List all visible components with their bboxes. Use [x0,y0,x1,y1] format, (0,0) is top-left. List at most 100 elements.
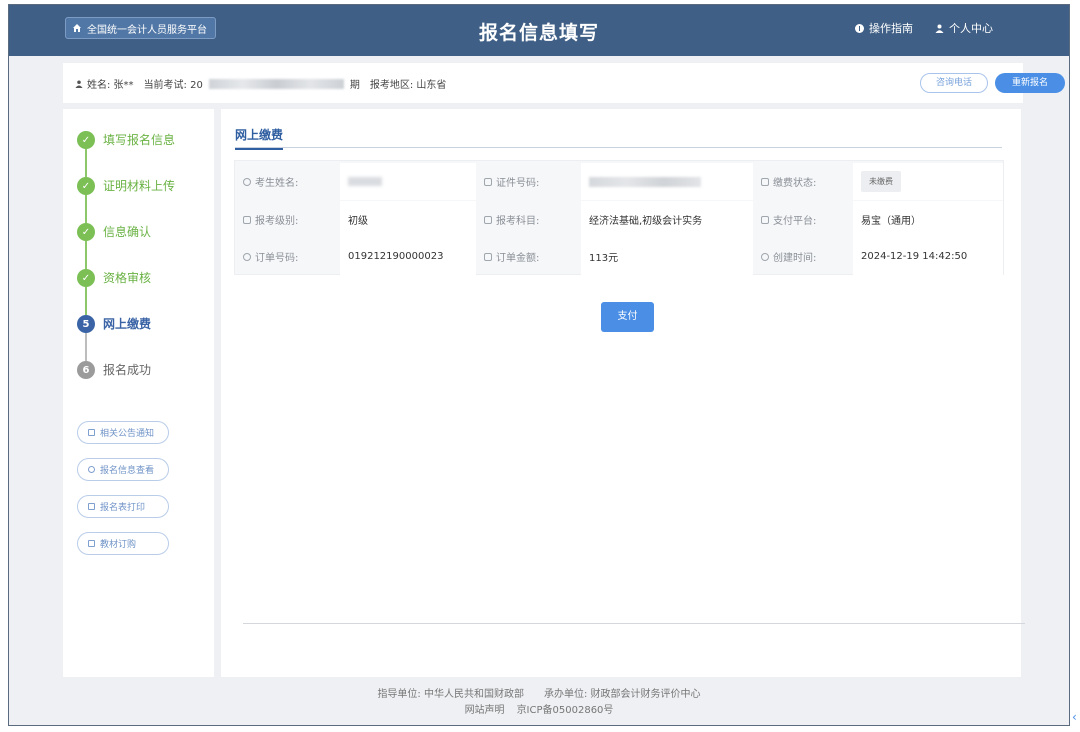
check-icon: ✓ [77,131,95,149]
consult-button-label: 咨询电话 [935,78,972,88]
label-text: 报考级别: [255,216,299,227]
label-text: 报考科目: [496,216,540,227]
user-icon [75,79,83,88]
label-text: 缴费状态: [773,178,817,189]
candidate-name: 姓名: 张** [87,80,134,91]
current-exam-prefix: 当前考试: 20 [143,80,203,91]
exam-subject-label: 报考科目: [476,201,581,238]
id-number-label: 证件号码: [476,163,581,200]
reapply-button[interactable]: 重新报名 [995,73,1065,93]
payment-platform-label: 支付平台: [753,201,853,238]
step-label: 填写报名信息 [103,133,176,147]
payment-status-label: 缴费状态: [753,163,853,200]
exam-level-label: 报考级别: [235,201,340,238]
quick-link-label: 相关公告通知 [100,429,155,439]
step-label: 信息确认 [103,225,152,239]
top-header: 全国统一会计人员服务平台 报名信息填写 操作指南 个人中心 [9,5,1069,56]
print-icon [88,503,95,510]
subject-icon [484,215,492,224]
payment-status-value: 未缴费 [853,163,1003,200]
footer-sponsors: 指导单位: 中华人民共和国财政部 承办单位: 财政部会计财务评价中心 [377,689,701,700]
quick-link-print-form[interactable]: 报名表打印 [77,495,169,518]
candidate-info-bar: 姓名: 张** 当前考试: 20 期 报考地区: 山东省 咨询电话 重新报名 [63,63,1065,103]
created-time-label: 创建时间: [753,238,853,275]
payment-platform-value: 易宝（通用） [853,201,1003,238]
check-icon: ✓ [77,177,95,195]
search-icon [88,466,95,473]
payment-info-table: 考生姓名: 证件号码: 缴费状态: 未缴费 报考级别: 初级 报考科目: 经济法… [234,160,1004,275]
reapply-button-label: 重新报名 [1011,78,1048,88]
level-icon [243,215,251,224]
exam-subject-value: 经济法基础,初级会计实务 [581,201,753,238]
check-icon: ✓ [77,269,95,287]
label-text: 订单金额: [496,253,540,264]
step-connector [85,149,87,177]
exam-region: 报考地区: 山东省 [369,80,447,91]
step-label: 网上缴费 [103,317,152,331]
step-qualification-review[interactable]: ✓ 资格审核 [77,269,207,315]
guide-label: 操作指南 [869,22,913,35]
status-badge: 未缴费 [861,171,901,192]
step-label: 报名成功 [103,363,152,377]
order-amount-value: 113元 [581,238,753,275]
tab-divider [235,147,1002,148]
personal-center-link[interactable]: 个人中心 [935,20,993,36]
table-row: 报考级别: 初级 报考科目: 经济法基础,初级会计实务 支付平台: 易宝（通用） [235,201,1003,238]
candidate-name-label: 考生姓名: [235,163,340,200]
pay-button[interactable]: 支付 [601,302,654,332]
label-text: 创建时间: [773,253,817,264]
wallet-icon [484,252,492,261]
pay-button-label: 支付 [617,311,638,322]
step-label: 证明材料上传 [103,179,176,193]
main-panel: 网上缴费 考生姓名: 证件号码: 缴费状态: 未缴费 报考级别: 初级 报考科目… [221,109,1025,677]
label-text: 证件号码: [496,178,540,189]
step-connector [85,195,87,223]
step-upload-materials[interactable]: ✓ 证明材料上传 [77,177,207,223]
cart-icon [761,215,769,224]
sidebar: ✓ 填写报名信息 ✓ 证明材料上传 ✓ 信息确认 ✓ 资格审核 5 网上缴费 6… [63,109,214,677]
guide-link[interactable]: 操作指南 [855,20,913,36]
id-number-value [581,163,753,200]
step-fill-info[interactable]: ✓ 填写报名信息 [77,131,207,177]
order-icon [243,252,251,261]
user-icon [935,24,944,33]
label-text: 考生姓名: [255,178,299,189]
chevron-left-icon[interactable]: ‹ [1072,710,1077,724]
progress-steps: ✓ 填写报名信息 ✓ 证明材料上传 ✓ 信息确认 ✓ 资格审核 5 网上缴费 6… [77,131,207,407]
book-icon [88,540,95,547]
current-exam-suffix: 期 [349,80,360,91]
content-divider [243,623,1025,624]
candidate-name-value [340,163,476,200]
step-confirm-info[interactable]: ✓ 信息确认 [77,223,207,269]
site-statement-link[interactable]: 网站声明 [465,705,505,716]
id-card-icon [484,177,492,186]
check-icon: ✓ [77,223,95,241]
redacted-name [348,177,382,186]
step-online-payment[interactable]: 5 网上缴费 [77,315,207,361]
quick-link-label: 报名表打印 [100,503,146,513]
consult-phone-button[interactable]: 咨询电话 [920,73,988,93]
step-connector [85,287,87,315]
step-number-icon: 6 [77,361,95,379]
quick-link-textbook-order[interactable]: 教材订购 [77,532,169,555]
exam-level-value: 初级 [340,201,476,238]
table-row: 考生姓名: 证件号码: 缴费状态: 未缴费 [235,163,1003,200]
quick-link-view-registration[interactable]: 报名信息查看 [77,458,169,481]
app-window: 全国统一会计人员服务平台 报名信息填写 操作指南 个人中心 姓名: 张** 当前… [8,4,1070,726]
phone-icon [761,177,769,186]
icp-link[interactable]: 京ICP备05002860号 [517,705,614,716]
clock-icon [761,252,769,261]
footer: 指导单位: 中华人民共和国财政部 承办单位: 财政部会计财务评价中心 网站声明 京… [9,687,1069,719]
quick-link-label: 教材订购 [100,540,137,550]
redacted-exam-name [208,78,344,89]
quick-link-label: 报名信息查看 [100,466,155,476]
step-registration-success[interactable]: 6 报名成功 [77,361,207,407]
quick-link-announcements[interactable]: 相关公告通知 [77,421,169,444]
order-number-value: 019212190000023 [340,238,476,275]
created-time-value: 2024-12-19 14:42:50 [853,238,1003,275]
step-connector [85,241,87,269]
info-icon [855,23,864,33]
step-number-icon: 5 [77,315,95,333]
label-text: 支付平台: [773,216,817,227]
step-connector [85,333,87,361]
